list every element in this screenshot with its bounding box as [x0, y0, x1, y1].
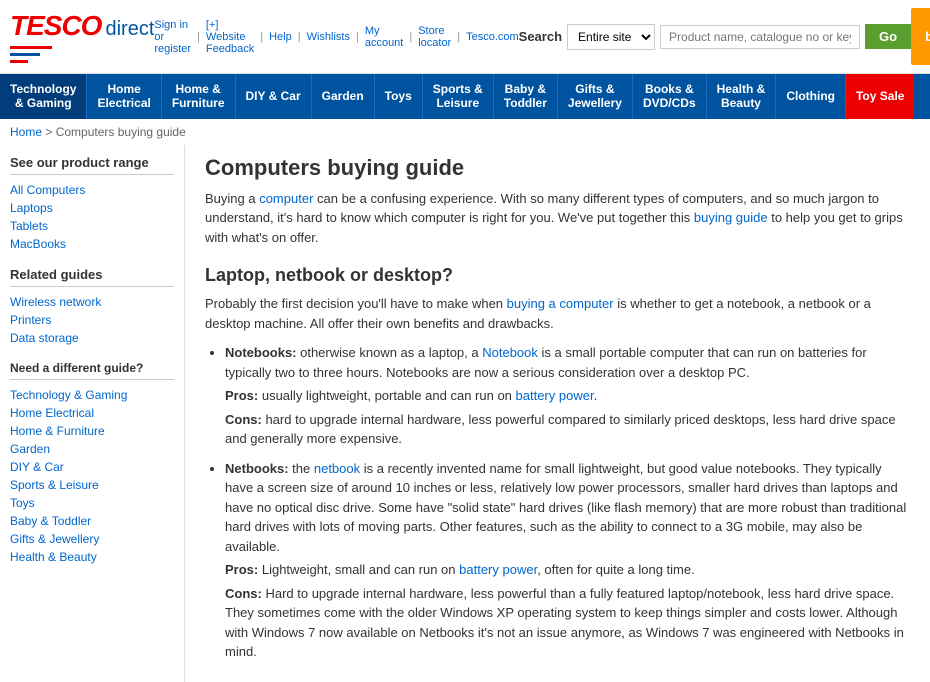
sidebar-related-section: Related guides Wireless network Printers… — [10, 267, 174, 347]
nav-item-home-electrical[interactable]: Home Electrical — [87, 74, 161, 119]
nav-item-health-beauty[interactable]: Health & Beauty — [707, 74, 777, 119]
notebook-link[interactable]: Notebook — [482, 345, 538, 360]
sidebar-all-computers[interactable]: All Computers — [10, 181, 174, 199]
sidebar-laptops[interactable]: Laptops — [10, 199, 174, 217]
sidebar-need-tech-gaming[interactable]: Technology & Gaming — [10, 386, 174, 404]
search-input[interactable] — [660, 25, 860, 49]
sidebar: See our product range All Computers Lapt… — [0, 145, 185, 682]
nav-item-gifts-jewellery[interactable]: Gifts & Jewellery — [558, 74, 633, 119]
netbook-link[interactable]: netbook — [314, 461, 360, 476]
nav-item-clothing[interactable]: Clothing — [776, 74, 846, 119]
sidebar-tablets[interactable]: Tablets — [10, 217, 174, 235]
netbooks-pros: Pros: Lightweight, small and can run on … — [225, 560, 910, 580]
battery-power-link1[interactable]: battery power — [516, 388, 594, 403]
search-scope-select[interactable]: Entire site — [567, 24, 655, 50]
breadcrumb-separator: > — [45, 125, 55, 139]
separator1: | — [197, 31, 200, 43]
nav-item-books-dvd[interactable]: Books & DVD/CDs — [633, 74, 707, 119]
netbooks-cons: Cons: Hard to upgrade internal hardware,… — [225, 584, 910, 662]
nav-item-home-furniture[interactable]: Home & Furniture — [162, 74, 236, 119]
sidebar-need-toys[interactable]: Toys — [10, 494, 174, 512]
section1-title: Laptop, netbook or desktop? — [205, 265, 910, 286]
search-label: Search — [519, 29, 562, 44]
logo-decoration — [10, 46, 154, 63]
laptop-list: Notebooks: otherwise known as a laptop, … — [225, 343, 910, 662]
computer-link[interactable]: computer — [259, 191, 313, 206]
sidebar-need-gifts-jewellery[interactable]: Gifts & Jewellery — [10, 530, 174, 548]
feedback-link[interactable]: [+] Website Feedback — [206, 19, 254, 55]
signin-link[interactable]: Sign in or register — [154, 19, 191, 55]
sidebar-need-garden[interactable]: Garden — [10, 440, 174, 458]
netbooks-label: Netbooks: the netbook is a recently inve… — [225, 461, 906, 554]
sidebar-need-home-furniture[interactable]: Home & Furniture — [10, 422, 174, 440]
sidebar-need-section: Need a different guide? Technology & Gam… — [10, 361, 174, 566]
separator3: | — [298, 31, 301, 43]
sidebar-need-baby-toddler[interactable]: Baby & Toddler — [10, 512, 174, 530]
tesco-link[interactable]: Tesco.com — [466, 31, 519, 43]
section1-intro: Probably the first decision you'll have … — [205, 294, 910, 333]
basket-area: View basket (0) ▼ — [911, 8, 930, 65]
battery-power-link2[interactable]: battery power — [459, 562, 537, 577]
store-locator-link[interactable]: Store locator — [418, 25, 451, 49]
nav-item-baby-toddler[interactable]: Baby & Toddler — [494, 74, 558, 119]
page-title: Computers buying guide — [205, 155, 910, 181]
nav-item-diy-car[interactable]: DIY & Car — [236, 74, 312, 119]
main-nav: Technology & Gaming Home Electrical Home… — [0, 74, 930, 119]
view-basket-button[interactable]: View basket (0) — [911, 8, 930, 65]
search-area: Search Entire site Go — [519, 24, 911, 50]
my-account-link[interactable]: My account — [365, 25, 404, 49]
logo[interactable]: TESCO direct — [10, 10, 154, 63]
netbooks-item: Netbooks: the netbook is a recently inve… — [225, 459, 910, 662]
main-content: See our product range All Computers Lapt… — [0, 145, 930, 682]
nav-item-toy-sale[interactable]: Toy Sale — [846, 74, 914, 119]
logo-area: TESCO direct — [10, 10, 154, 63]
separator5: | — [409, 31, 412, 43]
nav-item-garden[interactable]: Garden — [312, 74, 375, 119]
nav-item-toys[interactable]: Toys — [375, 74, 423, 119]
sidebar-need-title: Need a different guide? — [10, 361, 174, 380]
article-content: Computers buying guide Buying a computer… — [185, 145, 930, 682]
notebooks-label: Notebooks: otherwise known as a laptop, … — [225, 345, 867, 380]
sidebar-data-storage[interactable]: Data storage — [10, 329, 174, 347]
direct-logo-text: direct — [105, 18, 154, 41]
separator4: | — [356, 31, 359, 43]
separator6: | — [457, 31, 460, 43]
breadcrumb-home[interactable]: Home — [10, 125, 42, 139]
sidebar-macbooks[interactable]: MacBooks — [10, 235, 174, 253]
sidebar-wireless-network[interactable]: Wireless network — [10, 293, 174, 311]
search-go-button[interactable]: Go — [865, 24, 911, 49]
sidebar-product-section: See our product range All Computers Lapt… — [10, 155, 174, 253]
help-link[interactable]: Help — [269, 31, 292, 43]
sidebar-need-home-electrical[interactable]: Home Electrical — [10, 404, 174, 422]
breadcrumb: Home > Computers buying guide — [0, 119, 930, 145]
sidebar-need-diy-car[interactable]: DIY & Car — [10, 458, 174, 476]
buying-guide-link[interactable]: buying guide — [694, 210, 768, 225]
nav-item-sports-leisure[interactable]: Sports & Leisure — [423, 74, 494, 119]
separator2: | — [260, 31, 263, 43]
sidebar-need-sports-leisure[interactable]: Sports & Leisure — [10, 476, 174, 494]
top-links: Sign in or register | [+] Website Feedba… — [154, 19, 518, 55]
notebooks-pros: Pros: usually lightweight, portable and … — [225, 386, 910, 406]
sidebar-printers[interactable]: Printers — [10, 311, 174, 329]
header: TESCO direct Sign in or register | [+] W… — [0, 0, 930, 74]
nav-item-tech-gaming[interactable]: Technology & Gaming — [0, 74, 87, 119]
intro-paragraph: Buying a computer can be a confusing exp… — [205, 189, 910, 248]
notebooks-item: Notebooks: otherwise known as a laptop, … — [225, 343, 910, 449]
wishlists-link[interactable]: Wishlists — [307, 31, 350, 43]
notebooks-cons: Cons: hard to upgrade internal hardware,… — [225, 410, 910, 449]
sidebar-related-title: Related guides — [10, 267, 174, 287]
sidebar-need-health-beauty[interactable]: Health & Beauty — [10, 548, 174, 566]
buying-computer-link[interactable]: buying a computer — [507, 296, 614, 311]
breadcrumb-current: Computers buying guide — [56, 125, 186, 139]
tesco-logo-text: TESCO — [10, 10, 101, 42]
sidebar-product-title: See our product range — [10, 155, 174, 175]
